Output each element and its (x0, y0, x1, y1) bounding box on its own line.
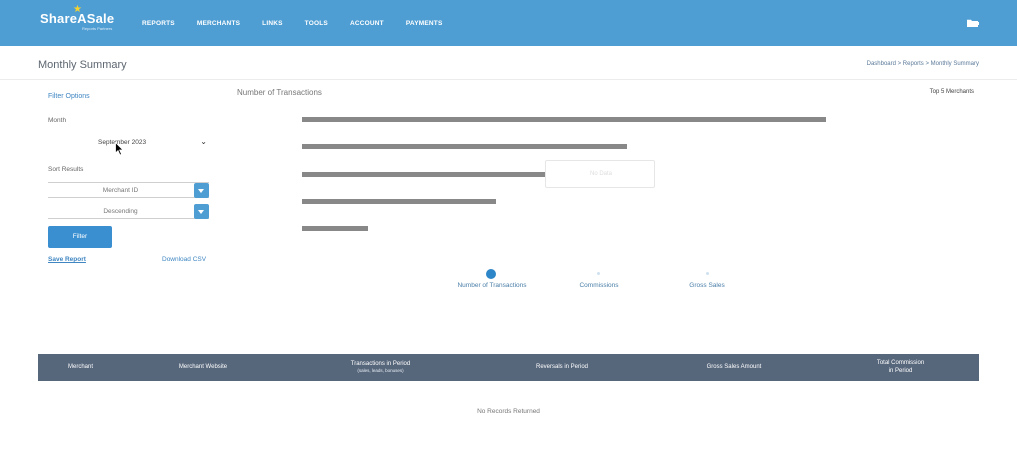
table-header: Merchant Merchant Website Transactions i… (38, 354, 979, 381)
mouse-cursor-icon (115, 142, 124, 156)
chart-bar[interactable] (302, 144, 627, 150)
tab-commissions[interactable]: Commissions (559, 282, 639, 289)
shareasale-logo[interactable]: ShareASale ★ Reports Partners (40, 4, 114, 31)
col-total-commission[interactable]: Total Commission in Period (853, 354, 948, 381)
col-label: Merchant (67, 363, 93, 370)
top-navbar: ShareASale ★ Reports Partners REPORTS ME… (0, 0, 1017, 46)
sort-order-value: Descending (103, 208, 138, 215)
col-label: Total Commission (876, 360, 925, 367)
month-select[interactable]: September 2023 ⌄ (48, 136, 209, 150)
chart-bar[interactable] (302, 117, 826, 122)
main-nav: REPORTS MERCHANTS LINKS TOOLS ACCOUNT PA… (142, 20, 442, 27)
download-csv-link[interactable]: Download CSV (162, 256, 206, 263)
nav-reports[interactable]: REPORTS (142, 20, 175, 27)
sort-by-value: Merchant ID (102, 187, 139, 194)
folder-icon[interactable] (967, 19, 979, 27)
col-sublabel: in Period (888, 367, 913, 374)
star-icon: ★ (73, 4, 82, 15)
tooltip-text: No Data (589, 171, 612, 177)
sort-order-dropdown[interactable]: Descending (48, 204, 209, 219)
col-label: Gross Sales Amount (706, 363, 762, 370)
chart-title: Number of Transactions (237, 88, 322, 97)
chart-bar[interactable] (302, 226, 368, 232)
col-reversals[interactable]: Reversals in Period (512, 354, 612, 381)
nav-tools[interactable]: TOOLS (305, 20, 328, 27)
chart-bar[interactable] (302, 198, 496, 204)
tab-gross-sales[interactable]: Gross Sales (667, 282, 747, 289)
col-gross-sales[interactable]: Gross Sales Amount (684, 354, 784, 381)
filter-button[interactable]: Filter (48, 226, 112, 248)
chart-bar[interactable] (302, 171, 549, 177)
save-report-link[interactable]: Save Report (48, 256, 86, 263)
col-label: Merchant Website (178, 363, 228, 370)
page-title: Monthly Summary (38, 59, 127, 71)
filter-options-heading[interactable]: Filter Options (48, 93, 90, 100)
dropdown-arrow-icon[interactable] (194, 183, 209, 198)
chevron-down-icon: ⌄ (200, 137, 207, 146)
nav-account[interactable]: ACCOUNT (350, 20, 384, 27)
col-merchant-website[interactable]: Merchant Website (153, 354, 253, 381)
breadcrumb[interactable]: Dashboard > Reports > Monthly Summary (867, 61, 979, 67)
nav-payments[interactable]: PAYMENTS (406, 20, 443, 27)
empty-table-message: No Records Returned (477, 408, 540, 415)
nav-merchants[interactable]: MERCHANTS (197, 20, 240, 27)
tab-dot[interactable] (597, 272, 600, 275)
month-label: Month (48, 117, 67, 124)
nav-links[interactable]: LINKS (262, 20, 283, 27)
dropdown-arrow-icon[interactable] (194, 204, 209, 219)
col-sublabel: (sales, leads, bonuses) (357, 368, 404, 374)
sort-results-label: Sort Results (48, 166, 84, 173)
col-label: Transactions in Period (350, 361, 411, 368)
active-tab-dot[interactable] (486, 269, 496, 279)
col-label: Reversals in Period (535, 363, 589, 370)
divider (0, 79, 1017, 80)
tab-number-of-transactions[interactable]: Number of Transactions (442, 282, 542, 289)
col-merchant[interactable]: Merchant (38, 354, 123, 381)
tab-dot[interactable] (706, 272, 709, 275)
chart-tooltip: No Data (545, 160, 655, 188)
sort-by-dropdown[interactable]: Merchant ID (48, 183, 209, 198)
brand-tagline: Reports Partners (82, 26, 113, 31)
top-merchants-label: Top 5 Merchants (929, 89, 974, 95)
col-transactions[interactable]: Transactions in Period (sales, leads, bo… (328, 354, 433, 381)
